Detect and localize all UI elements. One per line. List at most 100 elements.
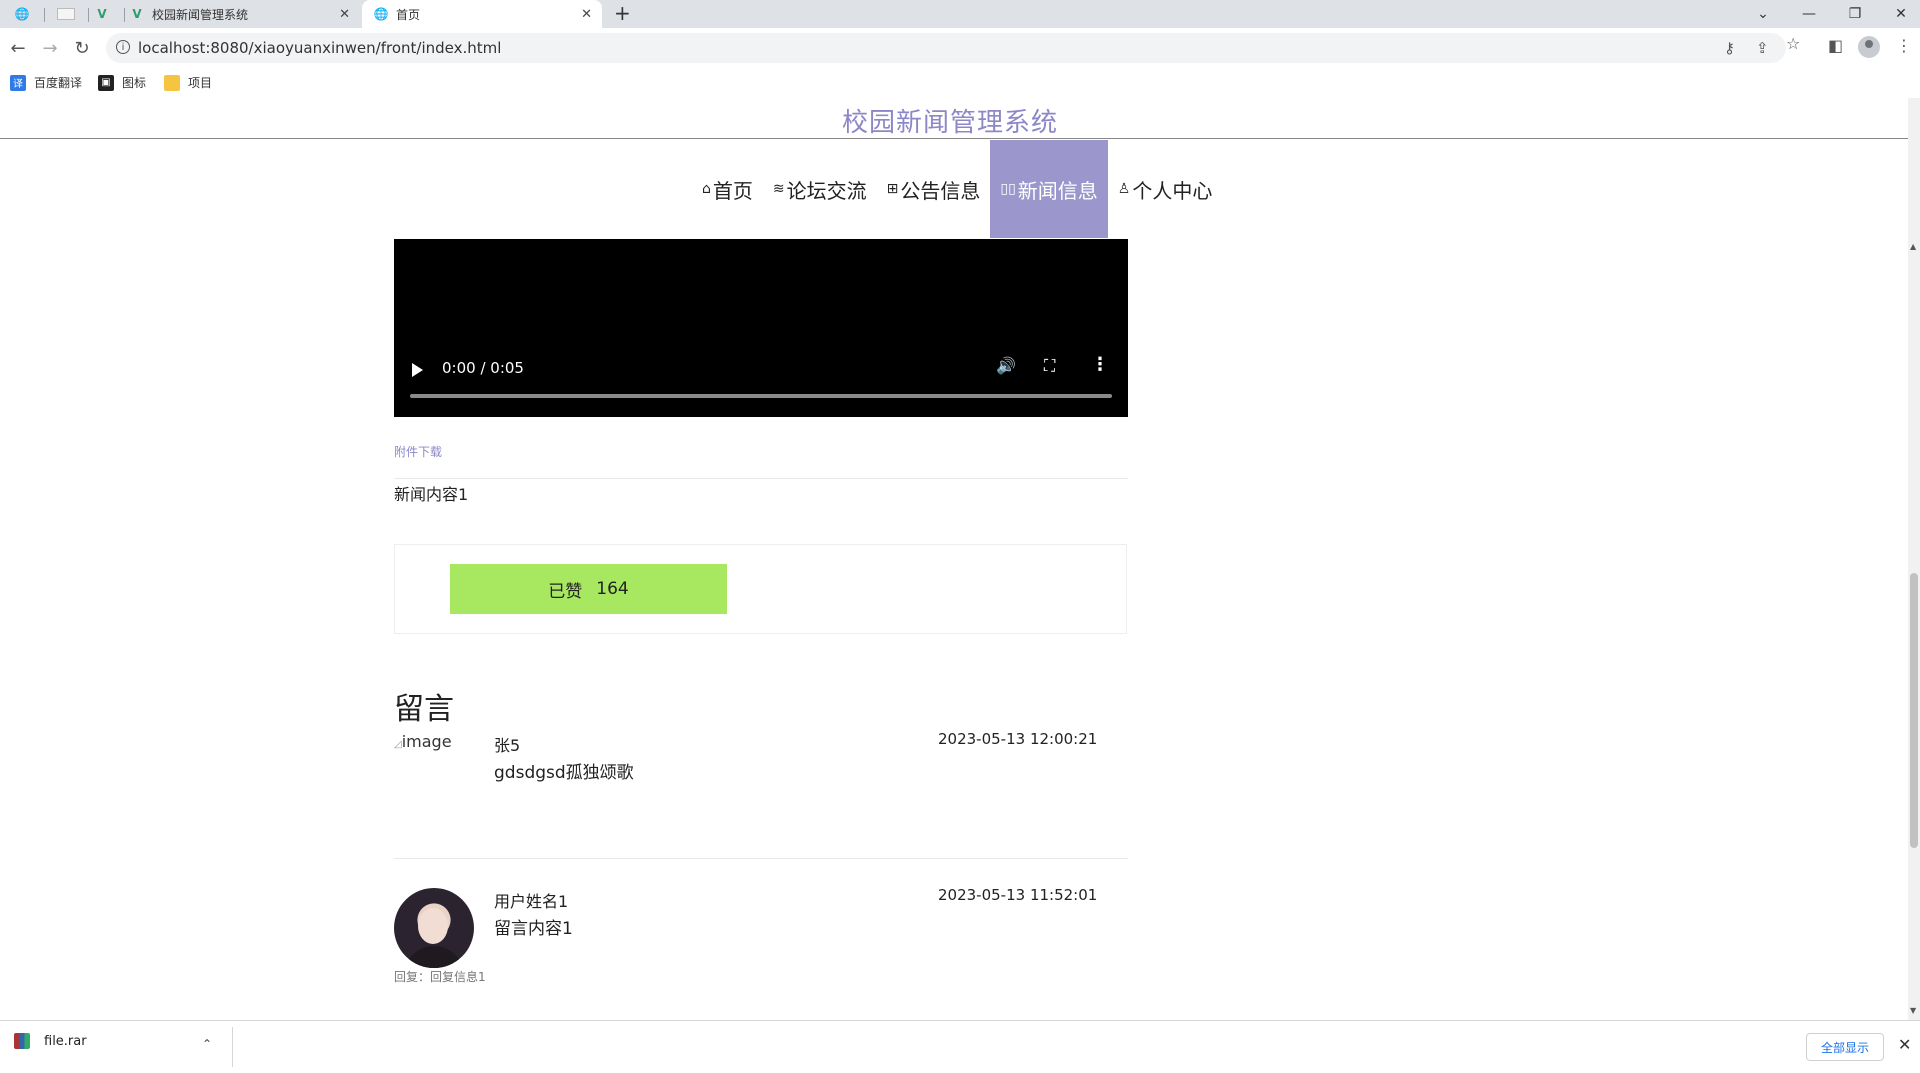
site-title: 校园新闻管理系统 bbox=[841, 108, 1058, 138]
play-icon[interactable] bbox=[412, 363, 423, 377]
scrollbar-thumb[interactable] bbox=[1910, 573, 1918, 848]
translate-icon: 译 bbox=[10, 74, 26, 91]
attachment-download-link[interactable]: 附件下载 bbox=[394, 443, 442, 460]
site-info-icon[interactable]: i bbox=[116, 40, 130, 54]
scroll-up-icon[interactable]: ▲ bbox=[1910, 242, 1916, 251]
avatar bbox=[394, 888, 474, 968]
close-window-button[interactable]: ✕ bbox=[1878, 0, 1920, 28]
comments-heading: 留言 bbox=[394, 692, 454, 727]
main-nav: ⌂ 首页 ≋ 论坛交流 ⊞ 公告信息 ▯▯ 新闻信息 ♙ 个人中心 bbox=[692, 140, 1222, 238]
layers-icon: ≋ bbox=[772, 181, 785, 197]
nav-label: 个人中心 bbox=[1132, 178, 1213, 203]
bookmark-label: 百度翻译 bbox=[34, 76, 83, 90]
bookmark-translate[interactable]: 译 百度翻译 bbox=[10, 74, 82, 91]
browser-toolbar: ← → ↻ i localhost:8080/xiaoyuanxinwen/fr… bbox=[0, 28, 1920, 68]
video-progress-bar[interactable] bbox=[410, 394, 1112, 398]
nav-label: 新闻信息 bbox=[1017, 178, 1098, 203]
close-icon[interactable]: ✕ bbox=[1898, 1035, 1911, 1054]
close-tab-icon[interactable]: ✕ bbox=[581, 7, 592, 22]
tab-title: 校园新闻管理系统 bbox=[152, 7, 249, 22]
like-label: 已赞 bbox=[548, 581, 583, 602]
image-icon: ▣ bbox=[98, 74, 114, 91]
download-filename: file.rar bbox=[44, 1033, 87, 1049]
comment-text: 留言内容1 bbox=[494, 919, 573, 939]
scroll-down-icon[interactable]: ▼ bbox=[1910, 1006, 1916, 1015]
nav-home[interactable]: ⌂ 首页 bbox=[692, 140, 763, 238]
news-icon: ▯▯ bbox=[1000, 181, 1016, 197]
volume-icon[interactable]: 🔊 bbox=[996, 356, 1016, 375]
globe-icon: 🌐 bbox=[373, 7, 389, 21]
tab-separator bbox=[124, 8, 125, 22]
bookmarks-bar: 译 百度翻译 ▣ 图标 项目 bbox=[0, 68, 1920, 99]
comment-item: 用户姓名1 留言内容1 2023-05-13 11:52:01 回复：回复信息1 bbox=[394, 886, 1128, 998]
menu-kebab-icon[interactable]: ⋮ bbox=[1896, 36, 1912, 55]
bookmark-icons[interactable]: ▣ 图标 bbox=[98, 74, 146, 91]
folder-icon bbox=[164, 74, 180, 91]
comment-author: 用户姓名1 bbox=[494, 892, 569, 911]
nav-news[interactable]: ▯▯ 新闻信息 bbox=[990, 140, 1108, 238]
blank-page-icon bbox=[57, 8, 75, 20]
page-scrollbar[interactable]: ▲ ▼ bbox=[1908, 98, 1920, 1020]
broken-image-icon: ◿ bbox=[394, 739, 402, 750]
url-text[interactable]: localhost:8080/xiaoyuanxinwen/front/inde… bbox=[138, 39, 501, 57]
bookmark-label: 图标 bbox=[122, 76, 147, 90]
side-panel-icon[interactable]: ◧ bbox=[1828, 36, 1843, 55]
back-button[interactable]: ← bbox=[6, 36, 30, 60]
restore-button[interactable]: ❐ bbox=[1832, 0, 1878, 28]
close-tab-icon[interactable]: ✕ bbox=[339, 7, 350, 22]
more-options-icon[interactable]: ⋮ bbox=[1091, 354, 1109, 375]
new-tab-button[interactable]: + bbox=[614, 1, 631, 25]
download-item[interactable]: file.rar bbox=[14, 1033, 87, 1049]
news-content: 新闻内容1 bbox=[394, 485, 469, 504]
tab-pinned-3[interactable]: V bbox=[80, 0, 124, 28]
comment-author: 张5 bbox=[494, 736, 521, 755]
reload-button[interactable]: ↻ bbox=[70, 36, 94, 60]
like-button[interactable]: 已赞 164 bbox=[450, 564, 727, 614]
tab-pinned-1[interactable]: 🌐 bbox=[0, 0, 44, 28]
vue-icon: V bbox=[132, 7, 142, 21]
nav-announcements[interactable]: ⊞ 公告信息 bbox=[877, 140, 991, 238]
rar-file-icon bbox=[14, 1033, 30, 1049]
tab-news-admin[interactable]: V 校园新闻管理系统 ✕ bbox=[130, 0, 360, 28]
user-icon: ♙ bbox=[1117, 181, 1131, 197]
fullscreen-icon[interactable]: ⛶ bbox=[1044, 356, 1055, 376]
minimize-button[interactable]: — bbox=[1786, 0, 1832, 28]
site-header: 校园新闻管理系统 bbox=[0, 98, 1908, 139]
tab-title: 首页 bbox=[396, 7, 421, 22]
bookmark-label: 项目 bbox=[188, 76, 213, 90]
page-content: 校园新闻管理系统 ⌂ 首页 ≋ 论坛交流 ⊞ 公告信息 ▯▯ 新闻信息 ♙ 个人… bbox=[0, 98, 1920, 1020]
chevron-up-icon[interactable]: ⌃ bbox=[202, 1037, 212, 1051]
comment-item: ◿image 张5 gdsdgsd孤独颂歌 2023-05-13 12:00:2… bbox=[394, 730, 1128, 852]
nav-forum[interactable]: ≋ 论坛交流 bbox=[763, 140, 877, 238]
browser-tab-bar: 🌐 V V 校园新闻管理系统 ✕ 🌐 首页 ✕ + ⌄ — ❐ ✕ bbox=[0, 0, 1920, 28]
share-icon[interactable]: ⇪ bbox=[1756, 39, 1769, 57]
tab-search-icon[interactable]: ⌄ bbox=[1740, 0, 1786, 28]
divider bbox=[232, 1027, 233, 1067]
avatar-alt-text: image bbox=[401, 732, 452, 751]
profile-icon[interactable] bbox=[1858, 36, 1880, 58]
video-time: 0:00 / 0:05 bbox=[442, 359, 524, 377]
like-count: 164 bbox=[596, 579, 629, 599]
address-bar[interactable]: i localhost:8080/xiaoyuanxinwen/front/in… bbox=[106, 33, 1786, 63]
gift-icon: ⊞ bbox=[886, 181, 899, 197]
download-bar: file.rar ⌃ 全部显示 ✕ bbox=[0, 1020, 1920, 1073]
divider bbox=[394, 858, 1128, 859]
bookmark-project[interactable]: 项目 bbox=[164, 74, 212, 91]
nav-label: 论坛交流 bbox=[786, 178, 867, 203]
video-player[interactable]: 0:00 / 0:05 🔊 ⛶ ⋮ bbox=[394, 239, 1128, 417]
comment-time: 2023-05-13 12:00:21 bbox=[938, 730, 1098, 748]
globe-icon: 🌐 bbox=[14, 7, 30, 21]
star-icon[interactable]: ☆ bbox=[1786, 34, 1800, 53]
nav-label: 首页 bbox=[712, 178, 753, 203]
nav-profile[interactable]: ♙ 个人中心 bbox=[1108, 140, 1223, 238]
vue-icon: V bbox=[97, 7, 107, 21]
nav-label: 公告信息 bbox=[900, 178, 981, 203]
tab-home[interactable]: 🌐 首页 ✕ bbox=[362, 0, 602, 28]
forward-button[interactable]: → bbox=[38, 36, 62, 60]
avatar: ◿image bbox=[394, 732, 474, 812]
divider bbox=[394, 478, 1128, 479]
comment-time: 2023-05-13 11:52:01 bbox=[938, 886, 1098, 904]
like-panel: 已赞 164 bbox=[394, 544, 1127, 634]
show-all-downloads-button[interactable]: 全部显示 bbox=[1806, 1033, 1884, 1061]
key-icon[interactable]: ⚷ bbox=[1724, 39, 1735, 57]
